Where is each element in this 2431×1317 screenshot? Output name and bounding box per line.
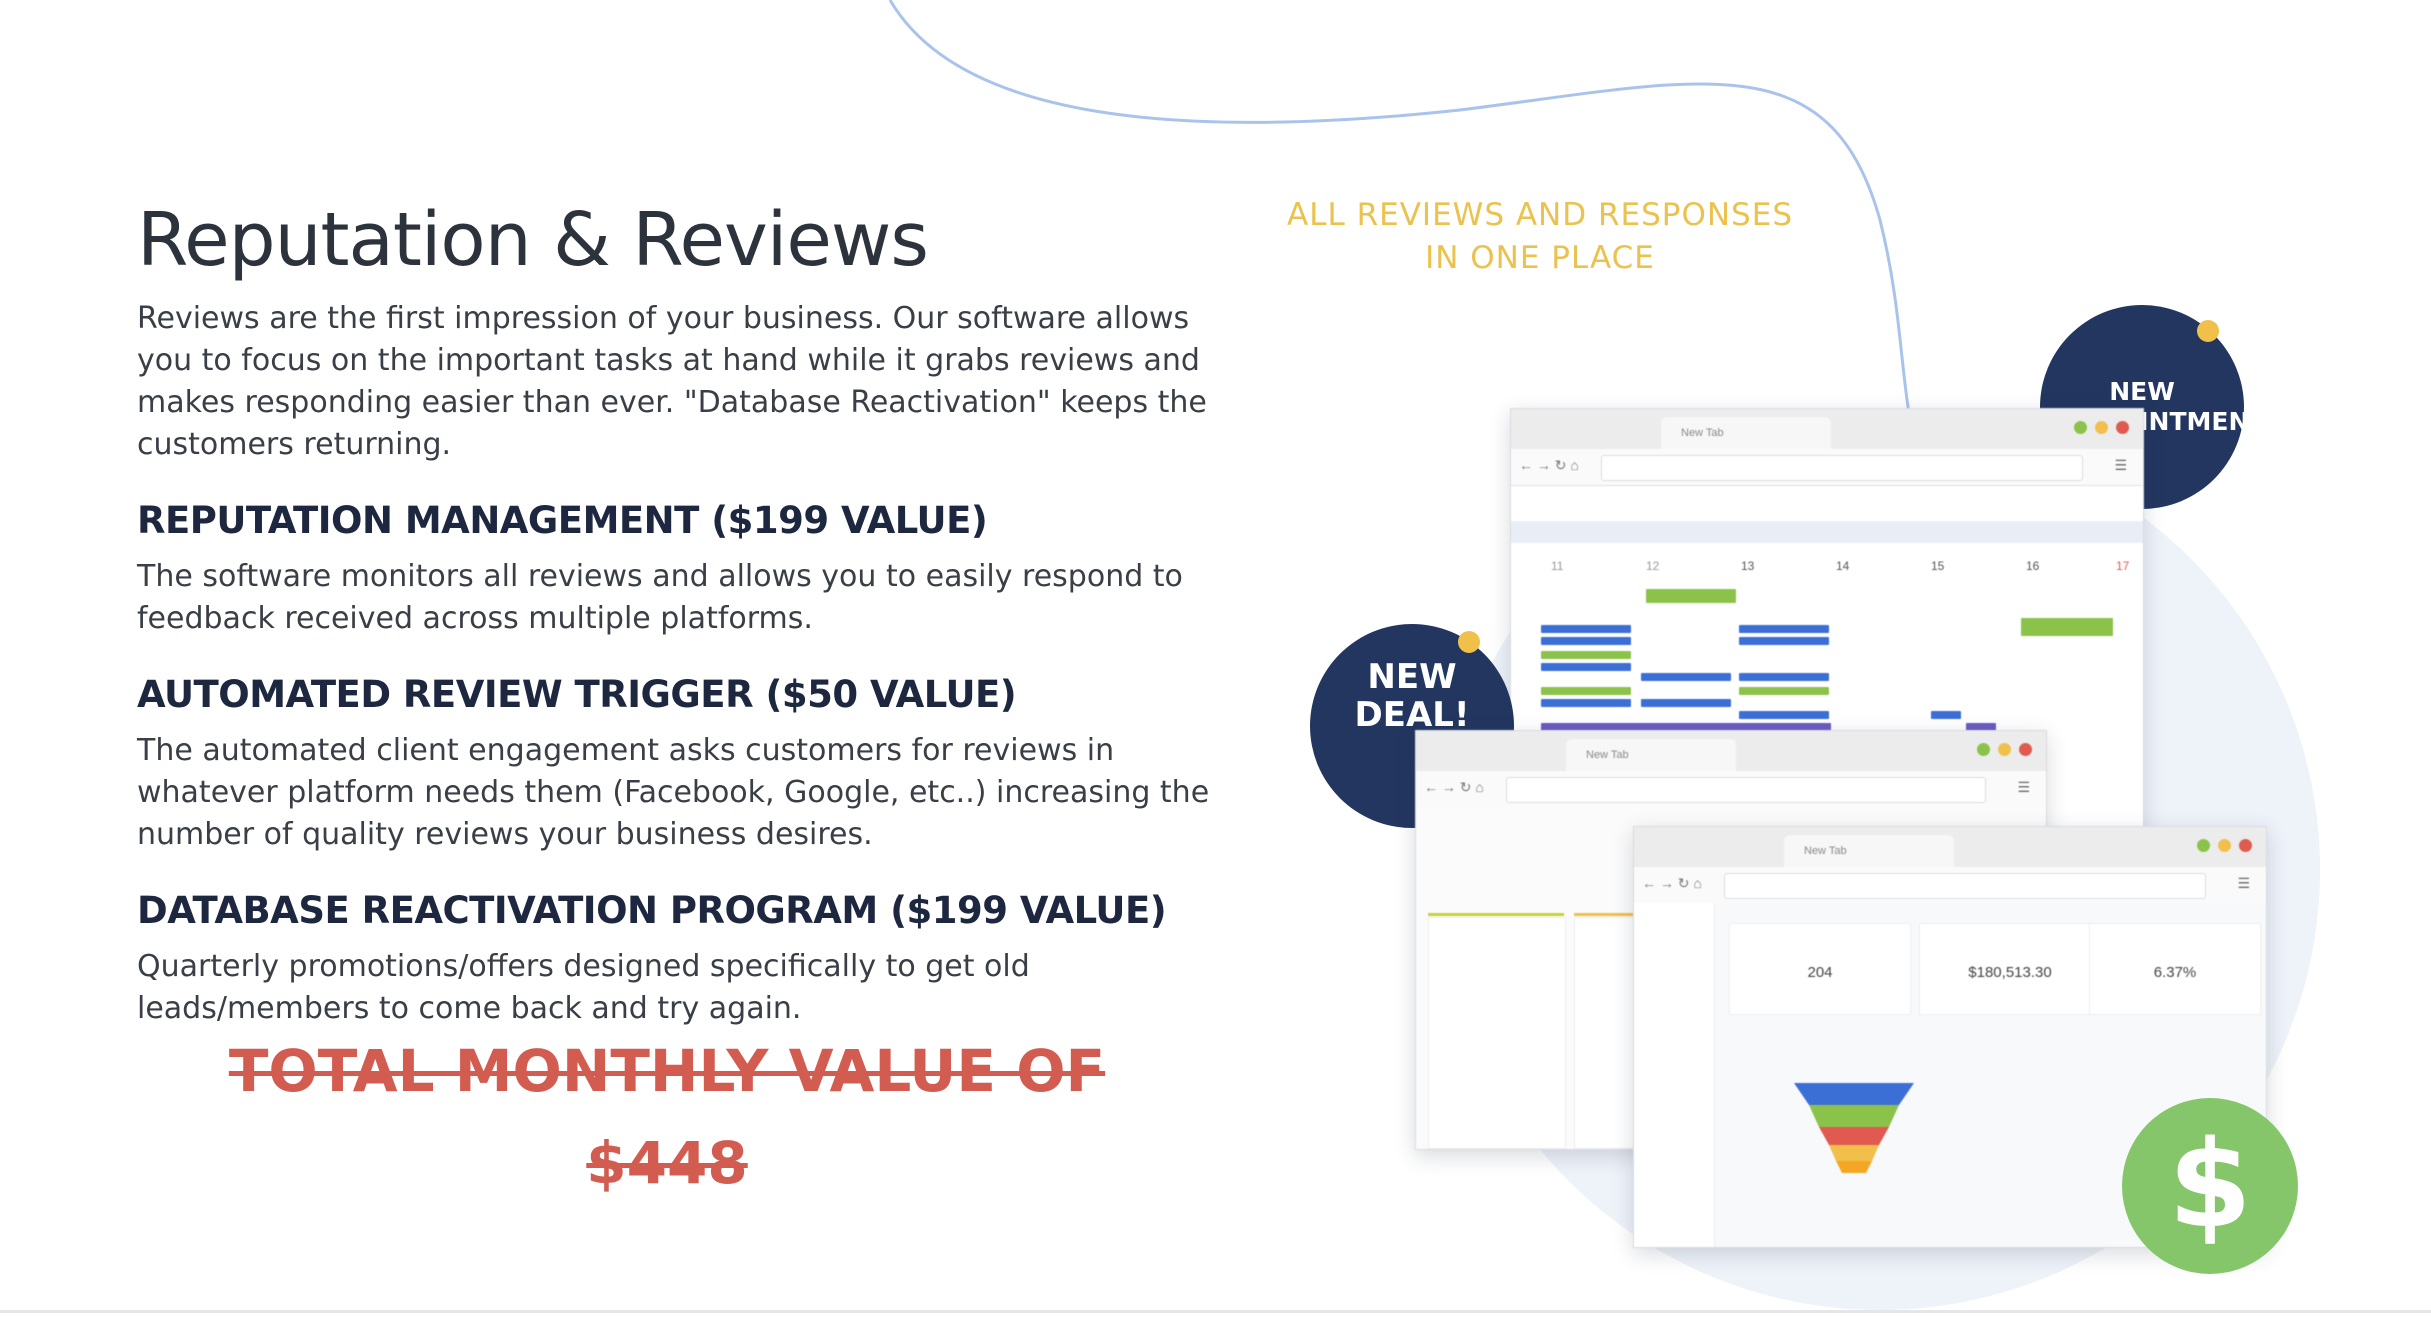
calendar-day: 12 xyxy=(1646,559,1660,573)
opportunities-window-tabbar: New Tab xyxy=(1416,731,2046,771)
total-value-label: TOTAL MONTHLY VALUE OF xyxy=(228,1037,1106,1105)
new-deal-label: NEW DEAL! xyxy=(1354,657,1470,735)
dashboard-address-bar: ← → ↻ ⌂ ☰ xyxy=(1634,867,2266,904)
dashboard-window-controls xyxy=(2197,839,2252,852)
calendar-event xyxy=(1931,711,1961,719)
calendar-day: 13 xyxy=(1741,559,1755,573)
calendar-event xyxy=(1541,637,1631,645)
opportunities-menu-icon: ☰ xyxy=(2017,779,2030,795)
intro-paragraph: Reviews are the first impression of your… xyxy=(137,301,1207,462)
dashboard-window-tabbar: New Tab xyxy=(1634,827,2266,867)
calendar-event xyxy=(1541,687,1631,695)
calendar-day: 11 xyxy=(1551,559,1564,573)
dashboard-tab: New Tab xyxy=(1784,835,1954,867)
calendar-event xyxy=(1541,651,1631,659)
dashboard-sidebar xyxy=(1634,903,1715,1247)
feature-heading-reputation: REPUTATION MANAGEMENT ($199 VALUE) xyxy=(137,499,988,542)
dashboard-menu-icon: ☰ xyxy=(2237,875,2250,891)
kpi-value: 204 xyxy=(1807,964,1833,981)
kpi-card: 6.37% xyxy=(2089,923,2261,1015)
total-value-amount: $448 xyxy=(586,1129,748,1197)
feature-text-reputation: The software monitors all reviews and al… xyxy=(137,559,1183,636)
calendar-window-controls xyxy=(2074,421,2129,434)
column-accent xyxy=(1428,913,1564,916)
kpi-value: $180,513.30 xyxy=(1968,964,2052,981)
calendar-tab-label: New Tab xyxy=(1681,427,1724,439)
content-column: Reputation & Reviews Reviews are the fir… xyxy=(137,190,1217,1030)
opportunities-url-field xyxy=(1506,777,1986,803)
dashboard-url-field xyxy=(1724,873,2206,899)
calendar-menu-icon: ☰ xyxy=(2114,457,2127,473)
calendar-address-bar: ← → ↻ ⌂ ☰ xyxy=(1511,449,2143,486)
calendar-event xyxy=(1739,711,1829,719)
badge-dot-deal xyxy=(1458,631,1480,653)
calendar-event xyxy=(1541,663,1631,671)
calendar-event xyxy=(1646,589,1736,603)
dollar-icon: $ xyxy=(2122,1098,2298,1274)
calendar-tab: New Tab xyxy=(1661,417,1831,449)
calendar-event xyxy=(1641,673,1731,681)
calendar-url-field xyxy=(1601,455,2083,481)
kpi-card: $180,513.30 xyxy=(1919,923,2101,1015)
calendar-day-headers: 11 12 13 14 15 16 17 xyxy=(1511,557,2143,577)
opportunities-nav-icons: ← → ↻ ⌂ xyxy=(1424,779,1484,795)
feature-heading-review-trigger: AUTOMATED REVIEW TRIGGER ($50 VALUE) xyxy=(137,673,1017,716)
calendar-filter-bar xyxy=(1511,521,2143,543)
opportunity-column xyxy=(1428,917,1566,1149)
calendar-day: 14 xyxy=(1836,559,1850,573)
feature-heading-database-reactivation: DATABASE REACTIVATION PROGRAM ($199 VALU… xyxy=(137,889,1167,932)
calendar-event xyxy=(1739,637,1829,645)
opportunities-tab: New Tab xyxy=(1566,739,1736,771)
opportunities-window-controls xyxy=(1977,743,2032,756)
section-divider xyxy=(0,1310,2431,1313)
calendar-event xyxy=(1739,687,1829,695)
calendar-event xyxy=(2021,618,2113,636)
kpi-value: 6.37% xyxy=(2153,964,2197,981)
calendar-event xyxy=(1541,625,1631,633)
kpi-card: 204 xyxy=(1729,923,1911,1015)
dashboard-tab-label: New Tab xyxy=(1804,845,1847,857)
feature-text-review-trigger: The automated client engagement asks cus… xyxy=(137,733,1210,852)
calendar-day: 17 xyxy=(2116,559,2130,573)
calendar-event xyxy=(1541,699,1631,707)
calendar-nav-icons: ← → ↻ ⌂ xyxy=(1519,457,1579,473)
calendar-day: 15 xyxy=(1931,559,1945,573)
calendar-event xyxy=(1739,625,1829,633)
calendar-event xyxy=(1739,673,1829,681)
calendar-event xyxy=(1641,699,1731,707)
section-title: Reputation & Reviews xyxy=(137,197,929,283)
opportunities-tab-label: New Tab xyxy=(1586,749,1629,761)
calendar-window-tabbar: New Tab xyxy=(1511,409,2143,449)
calendar-day: 16 xyxy=(2026,559,2040,573)
funnel-chart xyxy=(1794,1083,1914,1173)
badge-dot-appointment xyxy=(2197,320,2219,342)
feature-text-database-reactivation: Quarterly promotions/offers designed spe… xyxy=(137,949,1030,1026)
dashboard-nav-icons: ← → ↻ ⌂ xyxy=(1642,875,1702,891)
opportunities-address-bar: ← → ↻ ⌂ ☰ xyxy=(1416,771,2046,808)
total-value: TOTAL MONTHLY VALUE OF $448 xyxy=(137,1025,1197,1209)
illustration-tagline: ALL REVIEWS AND RESPONSES IN ONE PLACE xyxy=(1287,197,1793,276)
